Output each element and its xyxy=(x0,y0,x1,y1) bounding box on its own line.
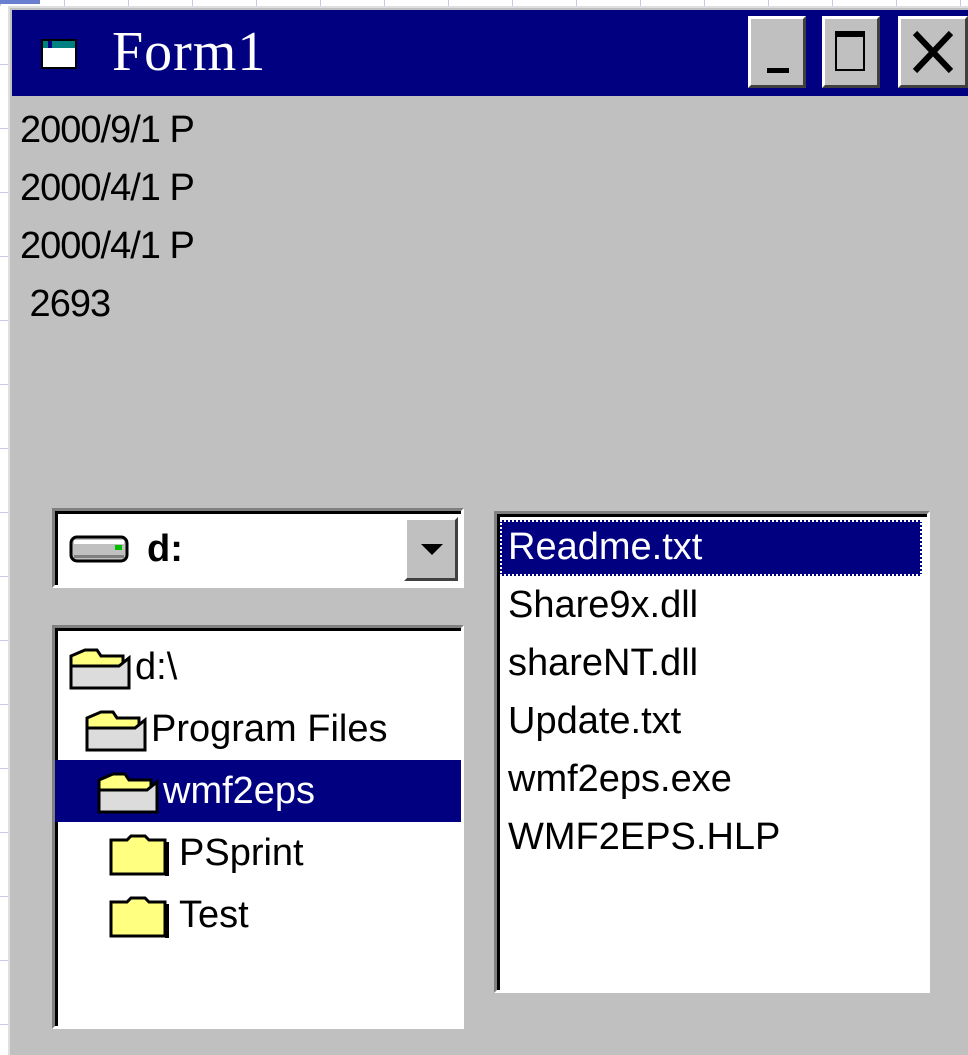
minimize-icon xyxy=(767,68,789,73)
drive-value: d: xyxy=(147,528,183,570)
directory-label: d:\ xyxy=(135,646,178,688)
title-bar[interactable]: Form1 xyxy=(12,10,968,96)
file-item-share9x[interactable]: Share9x.dll xyxy=(500,578,922,634)
file-item-update[interactable]: Update.txt xyxy=(500,694,922,750)
file-item-wmf2eps-hlp[interactable]: WMF2EPS.HLP xyxy=(500,810,922,866)
close-icon xyxy=(912,30,954,74)
directory-item-program-files[interactable]: Program Files xyxy=(55,698,461,760)
directory-label: wmf2eps xyxy=(163,770,316,812)
maximize-icon xyxy=(835,31,865,71)
output-line-2: 2000/4/1 P xyxy=(20,167,195,209)
hard-drive-icon xyxy=(69,535,129,563)
maximize-button[interactable] xyxy=(822,16,880,88)
close-button[interactable] xyxy=(898,16,968,88)
output-line-1: 2000/9/1 P xyxy=(20,109,195,151)
open-folder-icon xyxy=(69,648,131,690)
directory-item-wmf2eps[interactable]: wmf2eps xyxy=(55,760,461,822)
folder-icon xyxy=(109,896,169,938)
form-window: Form1 2000/9/1 P 2000/4/1 P 2000/4/1 P 2… xyxy=(8,6,968,1055)
drive-dropdown-button[interactable] xyxy=(404,517,458,581)
directory-label: PSprint xyxy=(179,832,304,874)
open-folder-icon xyxy=(97,772,159,814)
output-line-4: 2693 xyxy=(20,283,112,325)
directory-item-psprint[interactable]: PSprint xyxy=(55,822,461,884)
folder-icon xyxy=(109,834,169,876)
directory-item-root[interactable]: d:\ xyxy=(55,636,461,698)
directory-label: Test xyxy=(179,894,249,936)
open-folder-icon xyxy=(85,710,147,752)
file-list-box[interactable]: Readme.txt Share9x.dll shareNT.dll Updat… xyxy=(494,511,930,993)
file-item-sharent[interactable]: shareNT.dll xyxy=(500,636,922,692)
directory-label: Program Files xyxy=(151,708,388,750)
drive-list-box[interactable]: d: xyxy=(52,508,464,588)
directory-list-box[interactable]: d:\ Program Files wmf2eps PSprint Test xyxy=(52,625,464,1029)
window-title: Form1 xyxy=(112,21,267,83)
file-item-wmf2eps-exe[interactable]: wmf2eps.exe xyxy=(500,752,922,808)
directory-item-test[interactable]: Test xyxy=(55,884,461,946)
output-line-3: 2000/4/1 P xyxy=(20,225,195,267)
file-item-readme[interactable]: Readme.txt xyxy=(500,520,922,576)
form-icon xyxy=(41,39,77,69)
minimize-button[interactable] xyxy=(748,16,806,88)
designer-grid-left xyxy=(0,0,8,1055)
chevron-down-icon xyxy=(421,544,443,555)
